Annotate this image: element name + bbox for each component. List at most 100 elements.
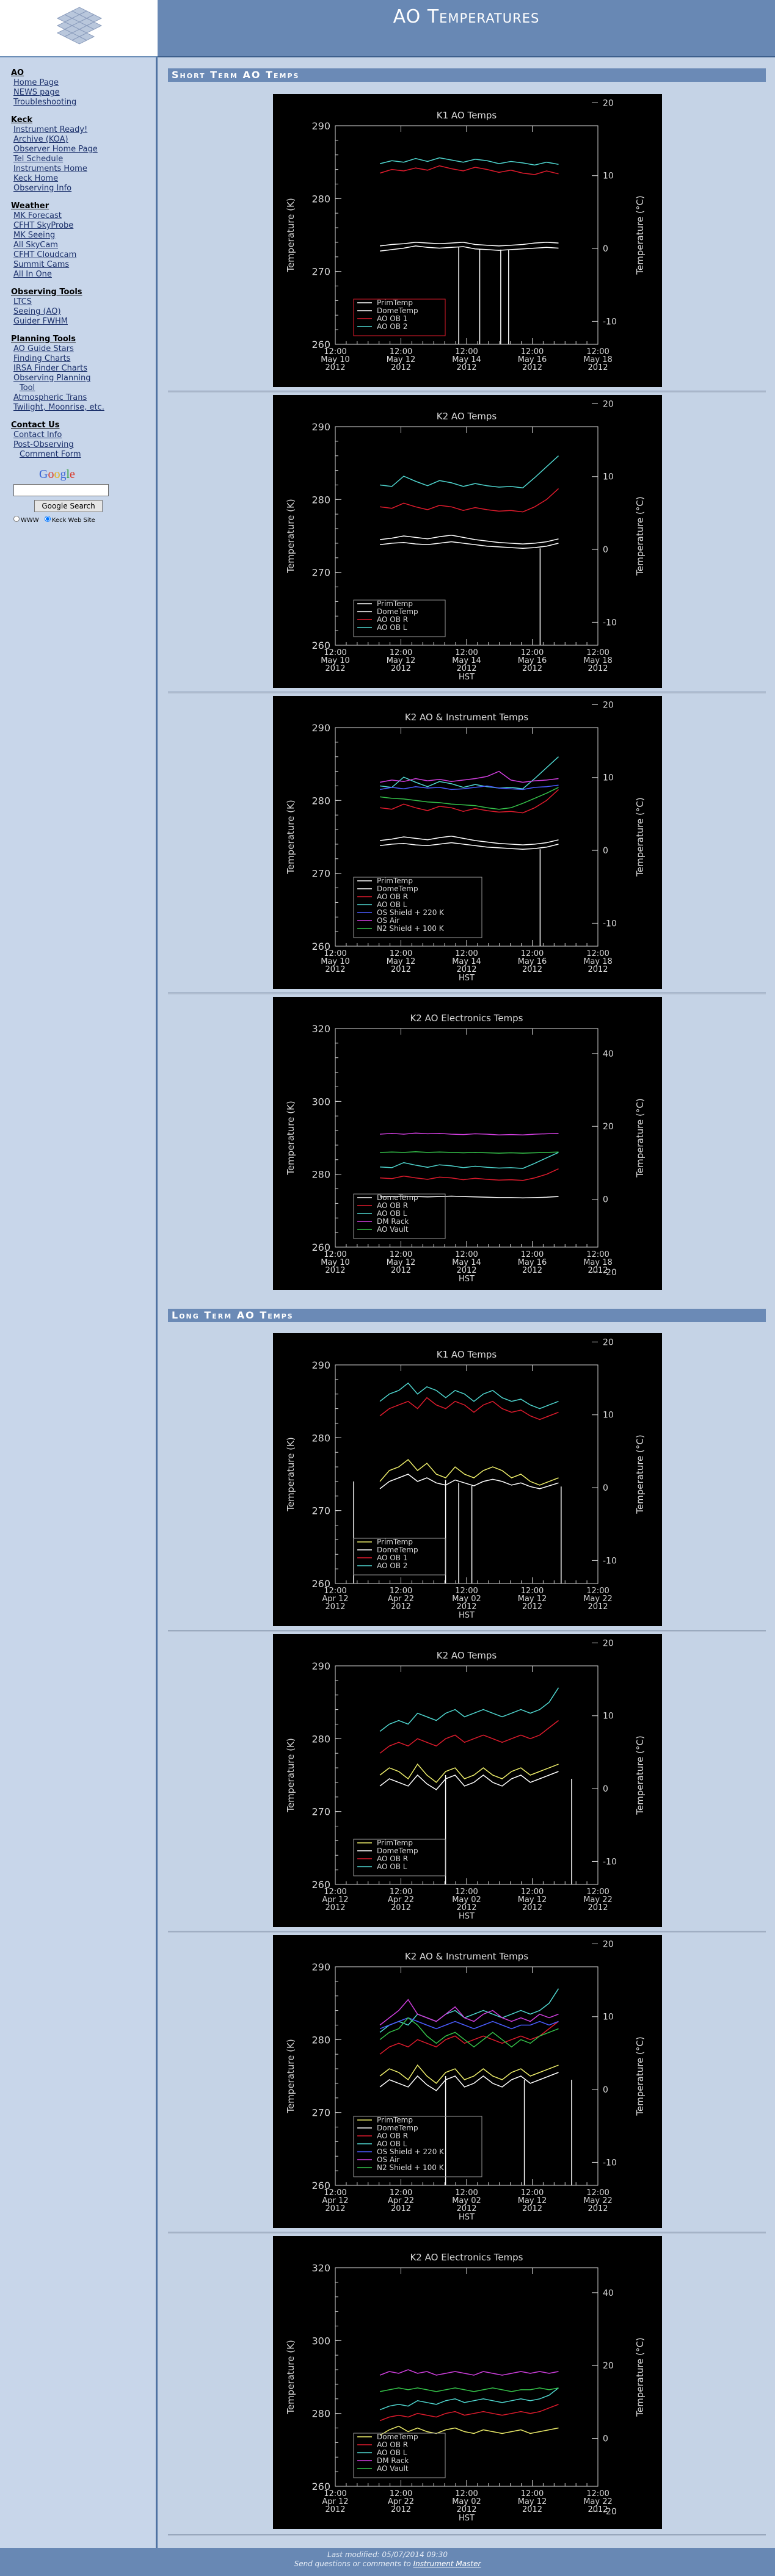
legend-label: DomeTemp [377, 885, 418, 893]
plot-frame [335, 727, 599, 947]
series-line [379, 2387, 559, 2411]
page-title: AO Temperatures [393, 6, 540, 27]
sidebar-link[interactable]: NEWS page [11, 88, 156, 98]
chart-svg: K2 AO Temps Temperature (K) Temperature (°… [285, 399, 646, 682]
sidebar-link[interactable]: Contact Info [11, 430, 156, 440]
legend-label: AO OB L [377, 2140, 407, 2148]
sidebar-link[interactable]: Instruments Home [11, 164, 156, 174]
sidebar-link[interactable]: Comment Form [11, 450, 156, 460]
x-tick-label: 2012 [325, 664, 345, 673]
legend-label: PrimTemp [377, 599, 413, 608]
sidebar-link[interactable]: Twilight, Moonrise, etc. [11, 403, 156, 413]
x-tick-label: 2012 [456, 664, 476, 673]
sidebar-link[interactable]: Seeing (AO) [11, 307, 156, 317]
google-search-button[interactable]: Google Search [34, 500, 103, 512]
sidebar-link[interactable]: Observer Home Page [11, 145, 156, 154]
sidebar-link[interactable]: Observing Info [11, 184, 156, 194]
sidebar-link[interactable]: Instrument Ready! [11, 125, 156, 135]
y2-tick-label: 10 [603, 1411, 614, 1420]
sidebar-link[interactable]: Guider FWHM [11, 317, 156, 327]
sidebar-link[interactable]: Home Page [11, 78, 156, 88]
sidebar-link[interactable]: CFHT Cloudcam [11, 250, 156, 260]
series-line [380, 1151, 559, 1154]
main-content: Short Term AO Temps K1 AO Temps Temperatu… [158, 57, 775, 2548]
section-header-short-term: Short Term AO Temps [168, 68, 766, 82]
series-line [380, 541, 559, 549]
divider [168, 1630, 766, 1632]
x-tick-label: 2012 [522, 2204, 542, 2213]
sidebar-link[interactable]: Finding Charts [11, 354, 156, 364]
sidebar-section: Weather MK Forecast CFHT SkyProbe MK Seeing… [11, 201, 156, 280]
sidebar-link[interactable]: Troubleshooting [11, 98, 156, 107]
series-line [379, 2369, 559, 2376]
series-line [379, 1720, 559, 1754]
legend-label: PrimTemp [377, 1538, 413, 1546]
sidebar-link[interactable]: All SkyCam [11, 241, 156, 250]
legend-label: AO OB L [377, 623, 407, 632]
x-axis-label: HST [459, 2213, 475, 2222]
last-modified: Last modified: 05/07/2014 09:30 [327, 2550, 448, 2559]
search-input[interactable] [13, 484, 109, 496]
x-tick-label: 2012 [522, 363, 542, 372]
y-axis-label: Temperature (K) [285, 800, 296, 874]
sidebar-link[interactable]: AO Guide Stars [11, 344, 156, 354]
sidebar-link[interactable]: Observing Planning [11, 374, 156, 383]
sidebar-link[interactable]: CFHT SkyProbe [11, 221, 156, 231]
y2-axis-label: Temperature (°C) [635, 2036, 646, 2116]
google-logo-letter: o [54, 468, 60, 481]
legend-label: AO OB R [377, 615, 408, 624]
sidebar-link[interactable]: MK Seeing [11, 231, 156, 241]
series-line [380, 1132, 559, 1135]
sidebar-link[interactable]: Keck Home [11, 174, 156, 184]
sidebar-link[interactable]: LTCS [11, 297, 156, 307]
legend-label: AO OB R [377, 1201, 408, 1210]
y2-tick-label: 10 [603, 472, 614, 482]
plot-frame [335, 2267, 599, 2487]
series-line [380, 842, 559, 850]
sidebar-link[interactable]: Atmospheric Trans [11, 393, 156, 403]
x-tick-label: 2012 [325, 1903, 345, 1912]
y2-tick-label: -10 [603, 2158, 617, 2168]
sidebar-link[interactable]: IRSA Finder Charts [11, 364, 156, 374]
x-axis-label: HST [459, 1611, 475, 1620]
sidebar-link[interactable]: MK Forecast [11, 211, 156, 221]
y-tick-label: 280 [311, 1432, 330, 1444]
legend-label: AO OB 2 [377, 322, 407, 331]
y2-axis-label: Temperature (°C) [635, 1098, 646, 1178]
sidebar-link[interactable]: Tool [11, 383, 156, 393]
series-line [379, 1459, 559, 1486]
x-tick-label: 2012 [588, 2505, 608, 2514]
series-line [380, 789, 559, 814]
sidebar-link[interactable]: Tel Schedule [11, 154, 156, 164]
legend-label: N2 Shield + 100 K [377, 2163, 445, 2172]
y2-axis-label: Temperature (°C) [635, 1435, 646, 1514]
legend-label: N2 Shield + 100 K [377, 924, 445, 933]
sidebar-link[interactable]: Summit Cams [11, 260, 156, 270]
y2-tick-label: 0 [603, 2434, 608, 2444]
chart-svg: K2 AO & Instrument Temps Temperature (K) T… [285, 1939, 646, 2222]
x-tick-label: 2012 [456, 1266, 476, 1275]
y-axis-label: Temperature (K) [285, 1101, 296, 1175]
x-tick-label: 2012 [456, 2204, 476, 2213]
series-line [379, 1988, 559, 2033]
y-tick-label: 290 [311, 1359, 330, 1371]
y2-tick-label: 0 [603, 1483, 608, 1493]
y2-tick-label: 20 [603, 1337, 614, 1347]
series-line [379, 1397, 559, 1420]
instrument-master-link[interactable]: Instrument Master [413, 2560, 481, 2568]
sidebar-link[interactable]: All In One [11, 270, 156, 280]
radio-www[interactable] [13, 516, 20, 522]
chart-k2-instr-long: K2 AO & Instrument Temps Temperature (K) T… [273, 1935, 662, 2228]
legend-label: OS Shield + 220 K [377, 2147, 445, 2156]
sidebar-link[interactable]: Archive (KOA) [11, 135, 156, 145]
legend-label: PrimTemp [377, 2116, 413, 2124]
chart-k1-ao-long: K1 AO Temps Temperature (K) Temperature (°… [273, 1333, 662, 1626]
y2-tick-label: 20 [603, 700, 614, 710]
sidebar: AO Home Page NEWS page Troubleshooting Keck I… [0, 57, 158, 2548]
chart-title: K1 AO Temps [437, 110, 497, 121]
legend-label: DomeTemp [377, 306, 418, 315]
sidebar-link[interactable]: Post-Observing [11, 440, 156, 450]
chart-svg: K2 AO & Instrument Temps Temperature (K) T… [285, 700, 646, 983]
divider [168, 993, 766, 994]
radio-site[interactable] [44, 516, 51, 522]
